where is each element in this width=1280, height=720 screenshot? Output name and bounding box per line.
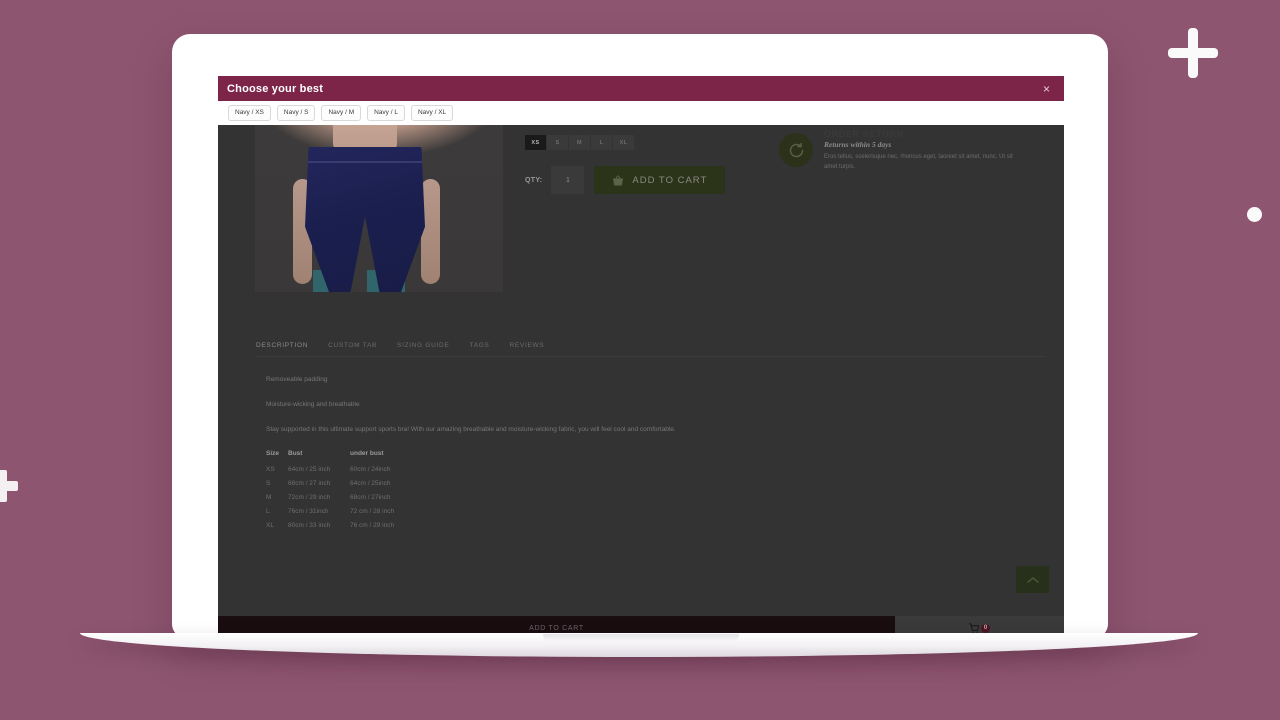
scroll-to-top-button[interactable] <box>1016 566 1049 593</box>
browser-window: Choose your best × Navy / XS Navy / S Na… <box>218 76 1064 640</box>
description-line-3: Stay supported in this ultimate support … <box>266 426 676 433</box>
quantity-label: QTY: <box>525 176 543 184</box>
cell-underbust: 76 cm / 29 inch <box>350 522 395 529</box>
tab-custom-tab[interactable]: CUSTOM TAB <box>327 340 378 351</box>
product-tabs: DESCRIPTION CUSTOM TAB SIZING GUIDE TAGS… <box>255 340 1044 357</box>
size-option-l[interactable]: L <box>591 135 612 150</box>
variant-chip-navy-m[interactable]: Navy / M <box>321 104 362 122</box>
modal-header: Choose your best × <box>218 76 1064 101</box>
product-image[interactable] <box>255 125 503 292</box>
size-option-s[interactable]: S <box>547 135 568 150</box>
plus-decoration-icon <box>1168 28 1218 78</box>
plus-decoration-left-icon <box>0 470 18 502</box>
cell-size: XL <box>266 522 274 529</box>
return-arrow-icon <box>779 133 813 167</box>
cell-bust: 64cm / 25 inch <box>288 466 331 473</box>
size-option-xs[interactable]: XS <box>525 135 546 150</box>
column-header-bust: Bust <box>288 450 303 457</box>
cell-bust: 76cm / 31inch <box>288 508 329 515</box>
size-selector: XS S M L XL <box>525 135 779 150</box>
cell-underbust: 64cm / 25inch <box>350 480 391 487</box>
returns-eyebrow: ORDER RETURN <box>824 130 904 137</box>
basket-icon <box>613 175 624 186</box>
cart-count-badge: 0 <box>981 623 990 633</box>
cell-underbust: 60cm / 24inch <box>350 466 391 473</box>
cell-size: S <box>266 480 271 487</box>
quantity-row: QTY: ADD TO CART <box>525 166 779 194</box>
table-row: S 68cm / 27 inch 64cm / 25inch <box>266 480 394 494</box>
navy-shorts <box>305 147 425 292</box>
table-row: XS 64cm / 25 inch 60cm / 24inch <box>266 466 394 480</box>
tab-description[interactable]: DESCRIPTION <box>255 340 309 351</box>
modal-title: Choose your best <box>227 82 324 95</box>
variant-chip-navy-xs[interactable]: Navy / XS <box>228 104 271 122</box>
variant-chip-list: Navy / XS Navy / S Navy / M Navy / L Nav… <box>218 101 1064 125</box>
table-row: M 72cm / 29 inch 68cm / 27inch <box>266 494 394 508</box>
size-option-m[interactable]: M <box>569 135 590 150</box>
close-icon[interactable]: × <box>1039 81 1054 97</box>
cell-size: XS <box>266 466 275 473</box>
table-row: L 76cm / 31inch 72 cm / 28 inch <box>266 508 394 522</box>
cell-underbust: 68cm / 27inch <box>350 494 391 501</box>
dot-decoration-icon <box>1247 207 1262 222</box>
description-line-1: Removeable padding <box>266 376 328 383</box>
model-arm-right <box>421 179 440 284</box>
laptop-frame: Choose your best × Navy / XS Navy / S Na… <box>172 34 1108 640</box>
column-header-size: Size <box>266 450 280 457</box>
tab-sizing-guide[interactable]: SIZING GUIDE <box>396 340 450 351</box>
variant-chip-navy-xl[interactable]: Navy / XL <box>410 104 454 122</box>
returns-info: ORDER RETURN Returns within 5 days Eros … <box>779 125 1064 300</box>
returns-title: Returns within 5 days <box>824 140 892 149</box>
table-header-row: Size Bust under bust <box>266 450 394 466</box>
cell-bust: 80cm / 33 inch <box>288 522 331 529</box>
product-photo <box>255 125 503 292</box>
laptop-base-notch <box>543 634 739 641</box>
sizing-table: Size Bust under bust XS 64cm / 25 inch 6… <box>266 450 394 536</box>
add-to-cart-label: ADD TO CART <box>632 174 708 186</box>
shopping-cart-icon <box>969 622 980 633</box>
cell-bust: 72cm / 29 inch <box>288 494 331 501</box>
tab-reviews[interactable]: REVIEWS <box>509 340 546 351</box>
store-page-overlay: XS S M L XL QTY: 1 ADD TO CART ORDER RET… <box>218 125 1064 640</box>
cell-underbust: 72 cm / 28 inch <box>350 508 395 515</box>
description-panel: Removeable padding Moisture-wicking and … <box>266 357 1064 434</box>
variant-chip-navy-l[interactable]: Navy / L <box>367 104 405 122</box>
purchase-controls: XS S M L XL QTY: 1 ADD TO CART <box>503 125 779 300</box>
quantity-input[interactable] <box>551 166 585 194</box>
scene-background: Choose your best × Navy / XS Navy / S Na… <box>0 0 1280 720</box>
size-option-xl[interactable]: XL <box>613 135 634 150</box>
cell-size: L <box>266 508 270 515</box>
tab-tags[interactable]: TAGS <box>469 340 491 351</box>
cell-bust: 68cm / 27 inch <box>288 480 331 487</box>
product-summary-row: XS S M L XL QTY: 1 ADD TO CART ORDER RET… <box>218 125 1064 300</box>
cart-button[interactable]: 0 <box>969 622 990 634</box>
description-line-2: Moisture-wicking and breathable <box>266 401 360 408</box>
column-header-underbust: under bust <box>350 450 384 457</box>
table-row: XL 80cm / 33 inch 76 cm / 29 inch <box>266 522 394 536</box>
variant-chip-navy-s[interactable]: Navy / S <box>276 104 316 122</box>
returns-body: Eros tellus, scelerisque nec, rhoncus eg… <box>824 154 1013 170</box>
add-to-cart-button[interactable]: ADD TO CART <box>594 166 726 194</box>
returns-text-block: ORDER RETURN Returns within 5 days Eros … <box>824 130 1019 300</box>
cell-size: M <box>266 494 272 501</box>
chevron-up-icon <box>1026 576 1039 583</box>
